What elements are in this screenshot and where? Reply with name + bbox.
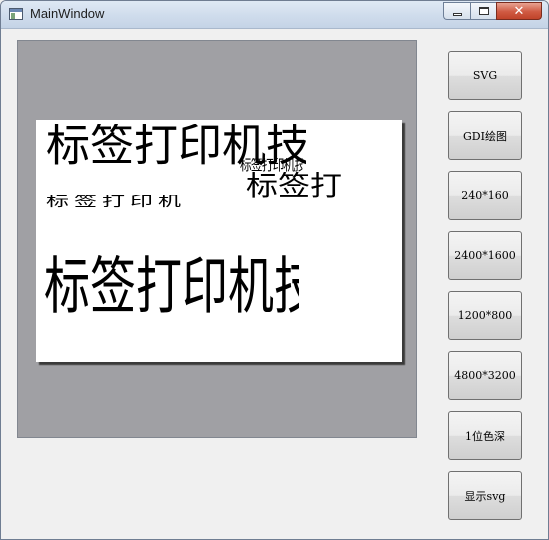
one-bit-depth-button[interactable]: 1位色深 xyxy=(448,411,522,460)
gdi-draw-button[interactable]: GDI绘图 xyxy=(448,111,522,160)
label-canvas: 标签打印机技 标签打印机技 标签打 标签打印机 标签打印机技 xyxy=(36,120,402,362)
close-button[interactable]: ✕ xyxy=(496,2,542,20)
label-text-tall-bottom: 标签打印机技 xyxy=(44,255,299,323)
graphics-view[interactable]: 标签打印机技 标签打印机技 标签打 标签打印机 标签打印机技 xyxy=(17,40,417,438)
label-text-small: 标签打印机技 xyxy=(240,158,303,173)
svg-button[interactable]: SVG xyxy=(448,51,522,100)
resolution-240x160-button[interactable]: 240*160 xyxy=(448,171,522,220)
title-bar[interactable]: MainWindow ✕ xyxy=(1,1,548,29)
maximize-button[interactable] xyxy=(470,2,496,20)
label-text-medium-right: 标签打 xyxy=(246,172,343,200)
caption-buttons: ✕ xyxy=(443,2,542,21)
window-title: MainWindow xyxy=(30,6,105,21)
resolution-1200x800-button[interactable]: 1200*800 xyxy=(448,291,522,340)
resolution-2400x1600-button[interactable]: 2400*1600 xyxy=(448,231,522,280)
maximize-icon xyxy=(478,7,489,15)
minimize-button[interactable] xyxy=(443,2,470,20)
show-svg-button[interactable]: 显示svg xyxy=(448,471,522,520)
close-icon: ✕ xyxy=(513,3,525,19)
label-text-squashed: 标签打印机 xyxy=(46,195,186,210)
app-window-icon xyxy=(9,8,23,20)
resolution-4800x3200-button[interactable]: 4800*3200 xyxy=(448,351,522,400)
minimize-icon xyxy=(452,12,462,16)
